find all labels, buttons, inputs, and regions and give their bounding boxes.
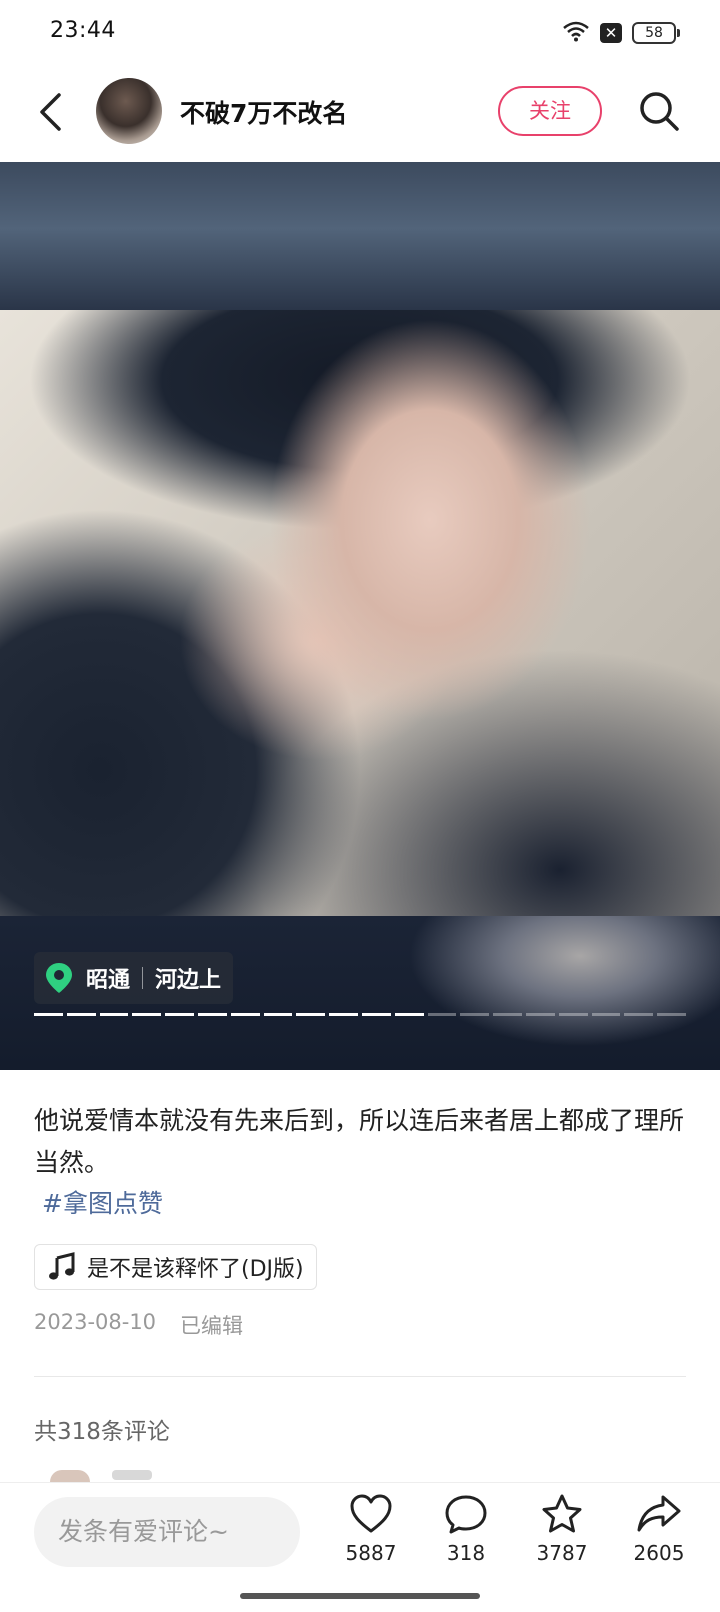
status-bar: 23:44 ✕ 58 bbox=[0, 0, 720, 66]
no-sim-icon: ✕ bbox=[600, 23, 622, 43]
edited-label: 已编辑 bbox=[180, 1314, 244, 1338]
post-meta: 2023-08-10 已编辑 bbox=[34, 1310, 243, 1340]
heart-icon bbox=[350, 1494, 392, 1533]
progress-segment bbox=[34, 1013, 63, 1016]
wifi-icon bbox=[562, 20, 590, 46]
post-caption: 他说爱情本就没有先来后到，所以连后来者居上都成了理所当然。 bbox=[34, 1106, 685, 1177]
music-note-icon bbox=[49, 1252, 75, 1280]
progress-segment bbox=[624, 1013, 654, 1016]
comment-button[interactable]: 318 bbox=[426, 1493, 506, 1579]
progress-segment bbox=[99, 1013, 129, 1016]
battery-icon: 58 bbox=[632, 22, 680, 44]
share-button[interactable]: 2605 bbox=[619, 1493, 699, 1579]
progress-segment bbox=[230, 1013, 260, 1016]
post-date: 2023-08-10 bbox=[34, 1310, 157, 1334]
favorite-count: 3787 bbox=[536, 1541, 588, 1565]
avatar[interactable] bbox=[96, 78, 162, 144]
progress-segment bbox=[66, 1013, 96, 1016]
share-count: 2605 bbox=[633, 1541, 685, 1565]
progress-segment bbox=[263, 1013, 293, 1016]
location-place: 河边上 bbox=[155, 968, 222, 993]
progress-segment bbox=[525, 1013, 555, 1016]
post-image[interactable] bbox=[0, 310, 720, 916]
location-tag[interactable]: 昭通 河边上 bbox=[34, 952, 234, 1004]
progress-segment bbox=[657, 1013, 686, 1016]
comment-input[interactable]: 发条有爱评论~ bbox=[34, 1497, 300, 1567]
home-indicator[interactable] bbox=[240, 1593, 480, 1599]
progress-segment bbox=[427, 1013, 457, 1016]
follow-button[interactable]: 关注 bbox=[498, 86, 602, 136]
progress-segment bbox=[197, 1013, 227, 1016]
progress-segment bbox=[361, 1013, 391, 1016]
progress-segment bbox=[460, 1013, 490, 1016]
comment-name-peek bbox=[112, 1470, 152, 1480]
star-icon bbox=[542, 1494, 582, 1533]
music-chip[interactable]: 是不是该释怀了(DJ版) bbox=[34, 1244, 317, 1290]
post-image-carousel[interactable]: 昭通 河边上 bbox=[0, 162, 720, 1070]
location-pin-icon bbox=[46, 963, 72, 993]
progress-segment bbox=[394, 1013, 424, 1016]
header: 不破7万不改名 关注 bbox=[0, 66, 720, 162]
hashtag-link[interactable]: #拿图点赞 bbox=[42, 1184, 163, 1220]
progress-segment bbox=[591, 1013, 621, 1016]
progress-segment bbox=[296, 1013, 326, 1016]
progress-segment bbox=[165, 1013, 194, 1016]
back-button[interactable] bbox=[30, 86, 70, 138]
comment-icon bbox=[445, 1495, 487, 1534]
like-count: 5887 bbox=[345, 1541, 397, 1565]
progress-segment bbox=[132, 1013, 162, 1016]
username[interactable]: 不破7万不改名 bbox=[180, 94, 347, 130]
favorite-button[interactable]: 3787 bbox=[522, 1493, 602, 1579]
comment-total: 共318条评论 bbox=[34, 1419, 170, 1445]
like-button[interactable]: 5887 bbox=[331, 1493, 411, 1579]
comment-count: 318 bbox=[446, 1541, 486, 1565]
search-icon bbox=[640, 92, 679, 131]
location-city: 昭通 bbox=[86, 968, 131, 993]
bottom-action-bar: 发条有爱评论~ 5887 318 3787 2605 bbox=[0, 1482, 720, 1612]
comment-avatar-peek bbox=[50, 1470, 90, 1482]
progress-segment bbox=[558, 1013, 588, 1016]
progress-segment bbox=[493, 1013, 522, 1016]
back-icon bbox=[40, 93, 61, 131]
status-icons: ✕ 58 bbox=[562, 20, 680, 46]
share-icon bbox=[637, 1495, 681, 1532]
image-progress-indicator bbox=[34, 1013, 686, 1016]
location-separator bbox=[142, 967, 144, 989]
music-title: 是不是该释怀了(DJ版) bbox=[87, 1257, 304, 1282]
divider bbox=[34, 1376, 686, 1377]
image-blur-top bbox=[0, 162, 720, 310]
progress-segment bbox=[329, 1013, 358, 1016]
status-time: 23:44 bbox=[50, 18, 116, 43]
search-button[interactable] bbox=[636, 88, 682, 134]
